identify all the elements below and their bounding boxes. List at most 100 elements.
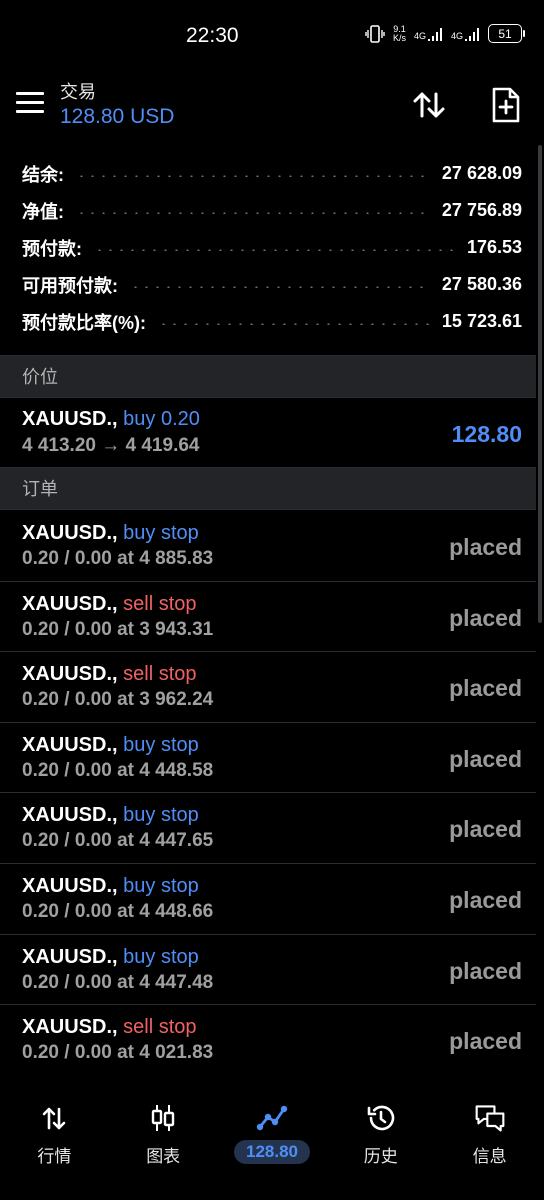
history-icon [365,1102,397,1134]
order-title: XAUUSD., buy stop [22,875,199,898]
order-side: sell stop [123,592,197,615]
order-detail: 0.20 / 0.00 at 4 447.65 [22,830,214,852]
dot-leader [76,174,430,177]
equity-value: 27 756.89 [441,200,522,220]
order-status: placed [449,957,522,984]
bottom-nav: 行情 图表 128.80 历史 信息 [0,1082,544,1200]
order-side: sell stop [123,663,197,686]
order-detail: 0.20 / 0.00 at 3 962.24 [22,689,214,711]
nav-history-label: 历史 [363,1147,398,1166]
order-title: XAUUSD., sell stop [22,1016,197,1039]
order-title: XAUUSD., buy stop [22,522,199,545]
messages-icon [474,1102,506,1134]
menu-icon[interactable] [16,92,44,116]
order-row[interactable]: XAUUSD., buy stop 0.20 / 0.00 at 4 447.4… [0,935,536,1006]
order-symbol: XAUUSD., [22,945,118,968]
order-status: placed [449,604,522,631]
order-title: XAUUSD., buy stop [22,946,199,969]
order-row[interactable]: XAUUSD., buy stop 0.20 / 0.00 at 4 448.6… [0,864,536,935]
account-summary: 结余: 27 628.09 净值: 27 756.89 预付款: 176.53 … [0,155,536,340]
summary-row-margin-level: 预付款比率(%): 15 723.61 [0,303,536,340]
nav-trade[interactable]: 128.80 [218,1082,327,1200]
order-side: buy stop [123,804,199,827]
order-status: placed [449,534,522,560]
position-side: buy 0.20 [123,408,200,430]
balance-label: 结余: [22,164,64,185]
nav-messages[interactable]: 信息 [435,1082,544,1200]
order-symbol: XAUUSD., [22,592,118,615]
new-order-icon[interactable] [488,86,524,124]
signal-1-icon: 4G [414,27,443,41]
margin-level-label: 预付款比率(%): [22,312,146,333]
order-title: XAUUSD., buy stop [22,804,199,827]
order-detail: 0.20 / 0.00 at 4 448.66 [22,900,214,922]
sort-icon[interactable] [410,86,448,124]
nav-trade-label: 128.80 [233,1140,310,1164]
order-symbol: XAUUSD., [22,1016,118,1039]
header-profit: 128.80 USD [60,105,175,128]
margin-level-value: 15 723.61 [441,311,522,331]
order-side: sell stop [123,1016,197,1039]
status-bar: 22:30 9.1 K/s 4G 4G 51 [0,0,544,72]
margin-label: 预付款: [22,238,82,259]
scrollbar[interactable] [538,145,542,623]
position-row[interactable]: XAUUSD., buy 0.20 4 413.20 → 4 419.64 12… [0,399,536,467]
balance-value: 27 628.09 [441,163,522,183]
page-title: 交易 [60,82,96,102]
order-row[interactable]: XAUUSD., sell stop 0.20 / 0.00 at 3 943.… [0,582,536,653]
nav-quotes[interactable]: 行情 [0,1082,109,1200]
order-title: XAUUSD., buy stop [22,734,199,757]
order-row[interactable]: XAUUSD., sell stop 0.20 / 0.00 at 4 021.… [0,1005,536,1076]
order-title: XAUUSD., sell stop [22,593,197,616]
order-status: placed [449,886,522,913]
status-time: 22:30 [186,24,239,47]
order-status: placed [449,675,522,702]
nav-quotes-label: 行情 [37,1147,72,1166]
order-row[interactable]: XAUUSD., buy stop 0.20 / 0.00 at 4 447.6… [0,793,536,864]
position-symbol: XAUUSD., [22,408,118,430]
order-side: buy stop [123,733,199,756]
dot-leader [158,322,430,325]
order-symbol: XAUUSD., [22,874,118,897]
position-profit: 128.80 [451,421,522,447]
equity-label: 净值: [22,201,64,222]
order-title: XAUUSD., sell stop [22,663,197,686]
free-margin-label: 可用预付款: [22,275,118,296]
order-detail: 0.20 / 0.00 at 4 448.58 [22,759,214,781]
dot-leader [94,248,455,251]
candlestick-icon [147,1102,179,1134]
net-speed: 9.1 K/s [392,23,406,43]
trade-icon [256,1102,288,1134]
order-row[interactable]: XAUUSD., sell stop 0.20 / 0.00 at 3 962.… [0,652,536,723]
positions-section-header: 价位 [0,355,536,398]
order-side: buy stop [123,522,199,544]
order-detail: 0.20 / 0.00 at 4 885.83 [22,548,214,569]
order-row[interactable]: XAUUSD., buy stop 0.20 / 0.00 at 4 448.5… [0,723,536,794]
summary-row-balance: 结余: 27 628.09 [0,155,536,192]
order-detail: 0.20 / 0.00 at 4 447.48 [22,971,214,993]
order-status: placed [449,745,522,772]
signal-2-icon: 4G [451,27,480,41]
order-row[interactable]: XAUUSD., buy stop 0.20 / 0.00 at 4 885.8… [0,511,536,582]
status-icons: 9.1 K/s 4G 4G 51 [365,23,525,43]
position-title: XAUUSD., buy 0.20 [22,408,200,431]
order-status: placed [449,816,522,843]
order-status: placed [449,1028,522,1055]
summary-row-equity: 净值: 27 756.89 [0,192,536,229]
order-detail: 0.20 / 0.00 at 3 943.31 [22,618,214,640]
vibrate-icon [365,24,385,43]
nav-messages-label: 信息 [472,1147,507,1166]
summary-row-free-margin: 可用预付款: 27 580.36 [0,266,536,303]
nav-charts-label: 图表 [146,1147,181,1166]
orders-list: XAUUSD., buy stop 0.20 / 0.00 at 4 885.8… [0,511,536,1076]
dot-leader [76,211,430,214]
order-symbol: XAUUSD., [22,804,118,827]
position-prices: 4 413.20 → 4 419.64 [22,435,200,456]
nav-history[interactable]: 历史 [326,1082,435,1200]
order-symbol: XAUUSD., [22,522,118,544]
nav-charts[interactable]: 图表 [109,1082,218,1200]
order-symbol: XAUUSD., [22,733,118,756]
app-header: 交易 128.80 USD [0,72,544,140]
free-margin-value: 27 580.36 [441,274,522,294]
orders-section-header: 订单 [0,467,536,510]
